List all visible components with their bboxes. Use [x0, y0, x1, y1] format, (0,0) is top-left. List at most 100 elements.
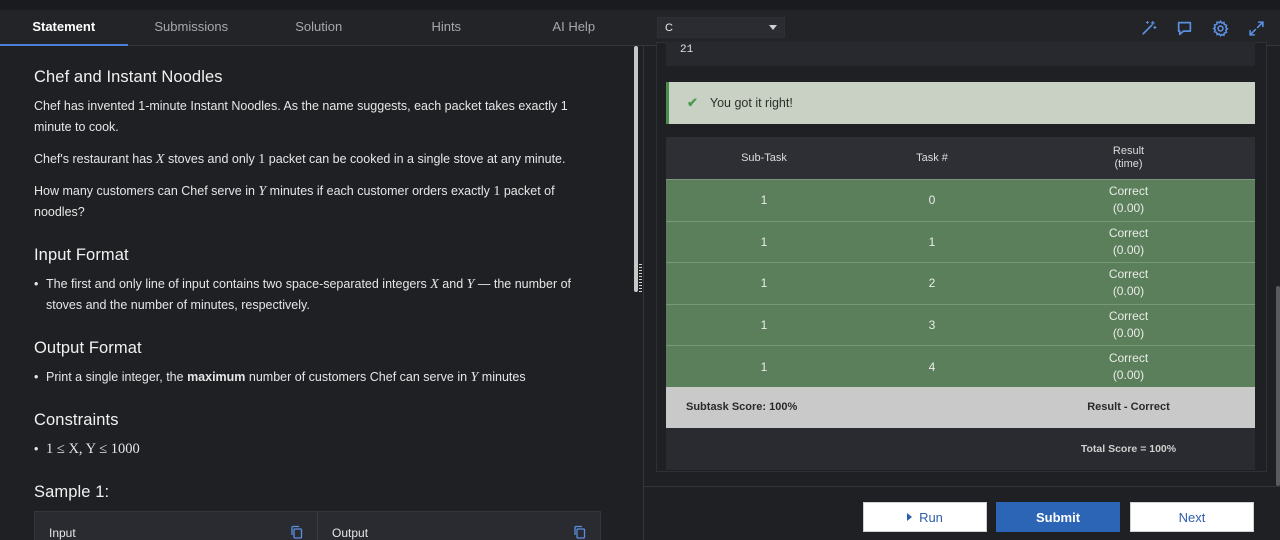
cell-result: Correct (0.00) — [1002, 225, 1255, 259]
header-result: Result (time) — [1002, 145, 1255, 171]
text-fragment: Print a single integer, the — [46, 370, 188, 384]
language-select-value: C — [665, 21, 673, 34]
cell-result: Correct (0.00) — [1002, 183, 1255, 217]
results-pane: 21 ✔ You got it right! Sub-Task Task # R… — [644, 42, 1280, 486]
result-status: Correct — [1108, 350, 1149, 365]
cell-subtask: 1 — [760, 234, 768, 249]
problem-tabs: Statement Submissions Solution Hints AI … — [0, 10, 640, 46]
run-button-label: Run — [919, 509, 943, 525]
result-status: Correct — [1108, 267, 1149, 282]
sample-input-label: Input — [49, 526, 76, 540]
tab-solution[interactable]: Solution — [255, 10, 383, 46]
math-variable: X — [430, 277, 439, 292]
text-fragment: The first and only line of input contain… — [46, 277, 431, 291]
settings-gear-icon[interactable] — [1209, 17, 1232, 39]
text-fragment: How many customers can Chef serve in — [34, 184, 259, 198]
action-bar: Run Submit Next — [644, 486, 1280, 540]
run-button[interactable]: Run — [863, 502, 987, 532]
submit-button[interactable]: Submit — [996, 502, 1120, 532]
sample-input-panel: Input — [35, 512, 317, 540]
constraint-math: 1 ≤ X, Y ≤ 1000 — [46, 441, 140, 457]
sample-output-label: Output — [332, 526, 369, 540]
cell-task: 1 — [928, 234, 936, 249]
text-fragment: number of customers Chef can serve in — [245, 370, 471, 384]
table-header: Sub-Task Task # Result (time) — [666, 137, 1255, 179]
output-format-heading: Output Format — [34, 339, 142, 357]
fullscreen-icon[interactable] — [1245, 17, 1268, 39]
cell-subtask: 1 — [760, 276, 768, 291]
magic-wand-icon[interactable] — [1137, 17, 1160, 39]
cell-task: 0 — [928, 193, 936, 208]
cell-task: 3 — [928, 318, 936, 333]
sample-heading: Sample 1: — [34, 483, 110, 501]
text-fragment: minutes if each customer orders exactly — [266, 184, 494, 198]
cell-result: Correct (0.00) — [1002, 308, 1255, 342]
header-result-line2: (time) — [1114, 158, 1143, 170]
subtask-score: Subtask Score: 100% — [686, 401, 798, 414]
table-row: 1 1 Correct (0.00) — [666, 220, 1255, 263]
copy-icon[interactable] — [290, 525, 303, 539]
cell-task: 4 — [928, 359, 936, 374]
drag-handle-icon[interactable] — [639, 264, 642, 292]
top-bar: Statement Submissions Solution Hints AI … — [0, 0, 1280, 46]
language-select[interactable]: C — [657, 17, 785, 38]
result-status: Correct — [1108, 309, 1149, 324]
header-task: Task # — [916, 152, 948, 164]
left-pane-scrollbar[interactable] — [634, 46, 638, 292]
output-format-list: Print a single integer, the maximum numb… — [34, 367, 598, 388]
cell-result: Correct (0.00) — [1002, 350, 1255, 384]
sample-io-box: Input Output — [34, 511, 601, 540]
result-time: (0.00) — [1112, 284, 1145, 299]
table-row: 1 2 Correct (0.00) — [666, 262, 1255, 304]
text-fragment: Chef's restaurant has — [34, 152, 156, 166]
problem-statement-pane: Chef and Instant Noodles Chef has invent… — [0, 46, 632, 540]
subtask-score-row: Subtask Score: 100% Result - Correct — [666, 386, 1255, 428]
bold-text: maximum — [187, 370, 246, 384]
tab-submissions[interactable]: Submissions — [128, 10, 256, 46]
sample-output-panel: Output — [317, 512, 600, 540]
header-subtask: Sub-Task — [741, 152, 787, 164]
tab-ai-help[interactable]: AI Help — [510, 10, 638, 46]
verdict-text: You got it right! — [709, 96, 793, 110]
play-icon — [907, 513, 913, 521]
cell-result: Correct (0.00) — [1002, 266, 1255, 300]
cell-subtask: 1 — [760, 318, 768, 333]
table-row: 1 4 Correct (0.00) — [666, 345, 1255, 387]
constraint-item: 1 ≤ X, Y ≤ 1000 — [34, 439, 598, 460]
result-status: Correct — [1108, 184, 1149, 199]
result-time: (0.00) — [1112, 367, 1145, 382]
tab-statement[interactable]: Statement — [0, 10, 128, 46]
success-banner: ✔ You got it right! — [666, 82, 1255, 124]
next-button[interactable]: Next — [1130, 502, 1254, 532]
cell-subtask: 1 — [760, 359, 768, 374]
problem-description-2: Chef's restaurant has X stoves and only … — [34, 149, 598, 170]
input-format-list: The first and only line of input contain… — [34, 274, 598, 316]
copy-icon[interactable] — [573, 525, 586, 539]
result-time: (0.00) — [1112, 326, 1145, 341]
result-time: (0.00) — [1112, 242, 1145, 257]
pane-splitter[interactable] — [632, 46, 644, 540]
output-format-item: Print a single integer, the maximum numb… — [34, 367, 598, 388]
tab-hints[interactable]: Hints — [383, 10, 511, 46]
cell-subtask: 1 — [760, 193, 768, 208]
check-icon: ✔ — [687, 95, 698, 110]
problem-description-1: Chef has invented 1-minute Instant Noodl… — [34, 99, 568, 134]
result-time: (0.00) — [1112, 201, 1145, 216]
constraints-list: 1 ≤ X, Y ≤ 1000 — [34, 439, 598, 460]
results-scrollbar[interactable] — [1276, 286, 1280, 486]
result-status: Correct — [1108, 225, 1149, 240]
feedback-icon[interactable] — [1173, 17, 1196, 39]
table-row: 1 3 Correct (0.00) — [666, 303, 1255, 346]
text-fragment: and — [438, 277, 467, 291]
text-fragment: packet can be cooked in a single stove a… — [265, 152, 566, 166]
total-score: Total Score = 100% — [1080, 442, 1177, 455]
constraints-heading: Constraints — [34, 411, 119, 429]
cell-task: 2 — [928, 276, 936, 291]
text-fragment: stoves and only — [164, 152, 259, 166]
program-output: 21 — [666, 42, 1255, 66]
input-format-item: The first and only line of input contain… — [34, 274, 598, 316]
input-format-heading: Input Format — [34, 246, 129, 264]
results-table: Sub-Task Task # Result (time) 1 0 Correc… — [666, 137, 1255, 470]
problem-title: Chef and Instant Noodles — [34, 68, 223, 86]
total-score-row: Total Score = 100% — [666, 427, 1255, 470]
